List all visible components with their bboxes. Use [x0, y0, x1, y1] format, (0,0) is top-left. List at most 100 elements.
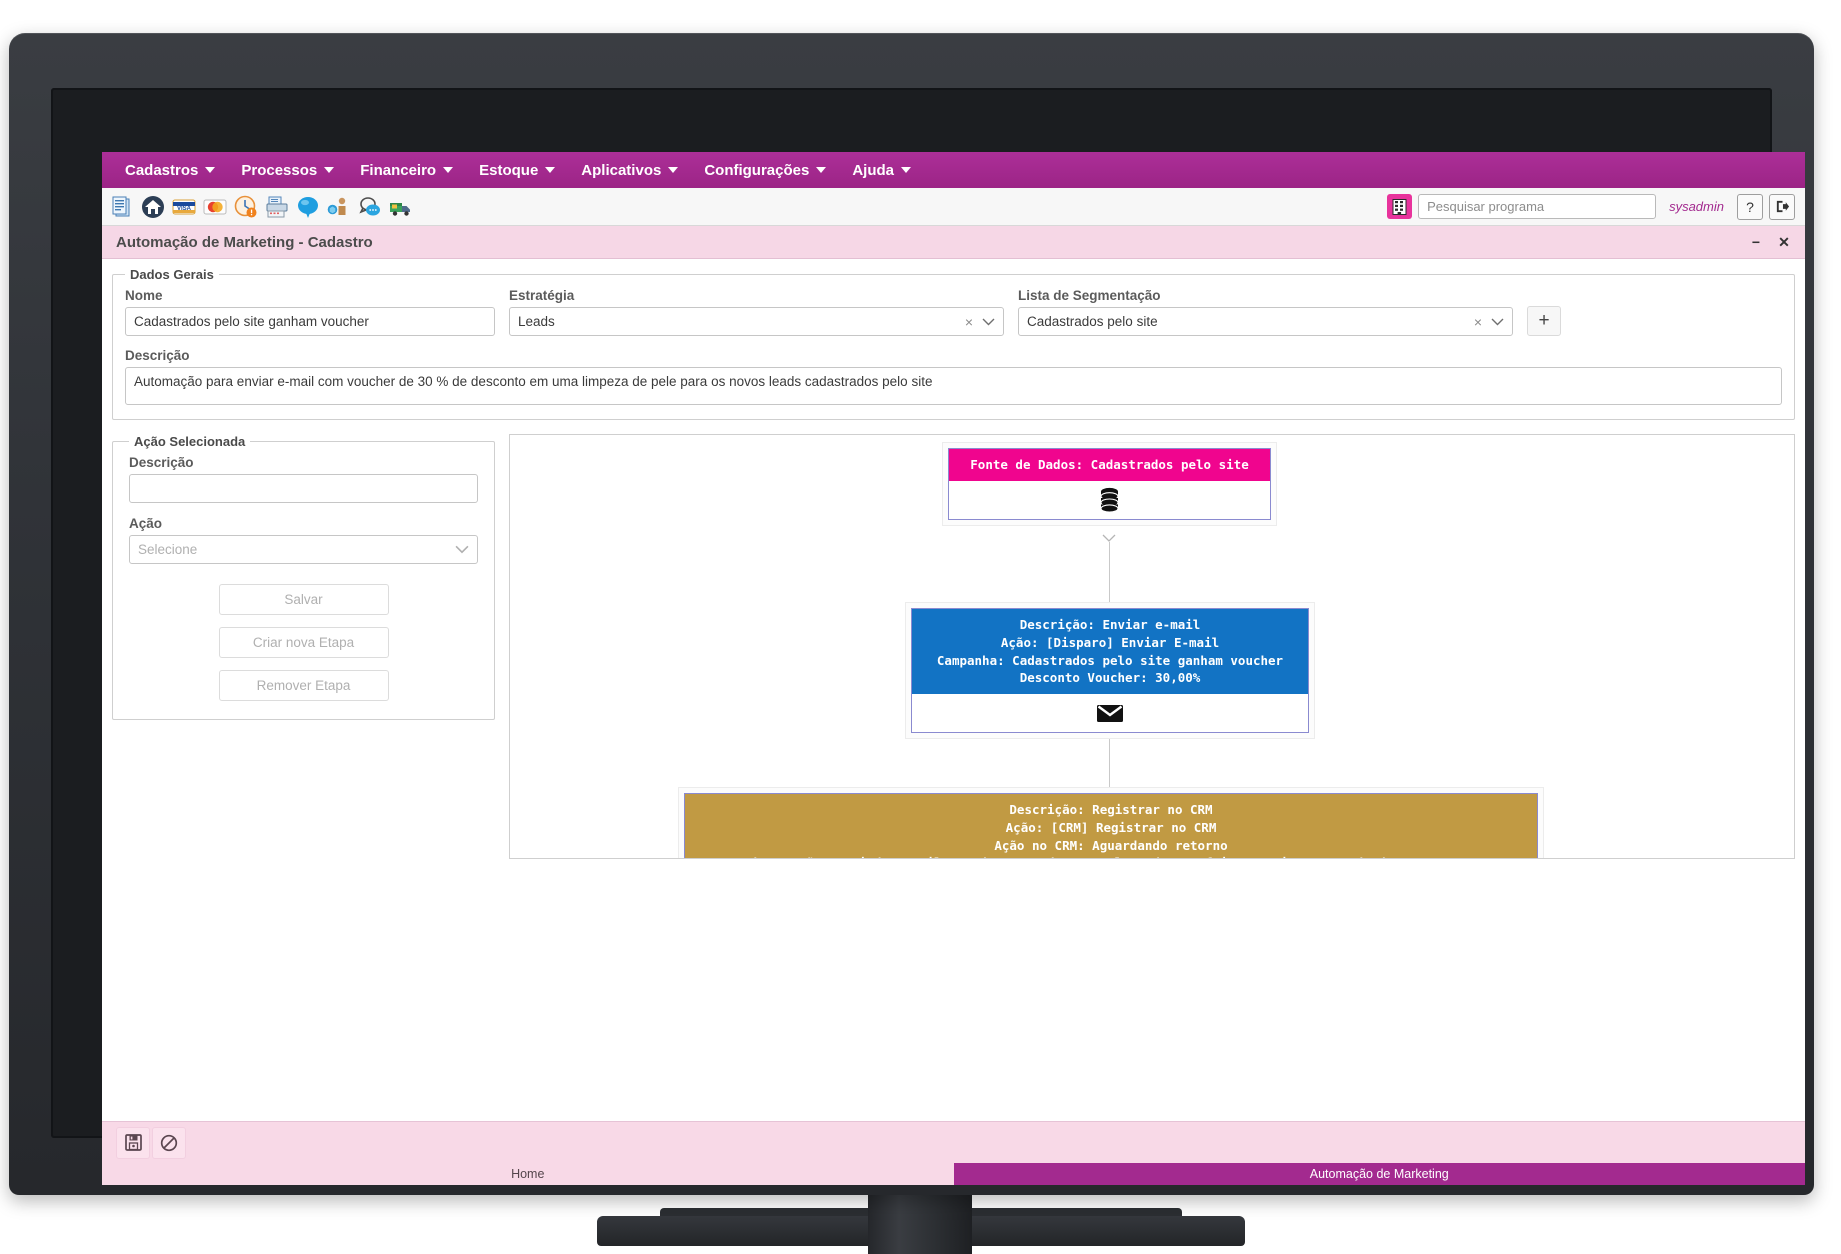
- chevron-down-icon: [443, 167, 454, 173]
- monitor-screen-inner: Cadastros Processos Financeiro Estoque A…: [51, 88, 1805, 1185]
- flow-node-fonte-dados[interactable]: Fonte de Dados: Cadastrados pelo site: [942, 442, 1277, 526]
- tab-automacao-de-marketing[interactable]: Automação de Marketing: [953, 1163, 1805, 1185]
- flow-canvas[interactable]: Fonte de Dados: Cadastrados pelo site De…: [509, 434, 1795, 859]
- acao-select[interactable]: Selecione: [129, 535, 478, 564]
- page-title: Automação de Marketing - Cadastro: [116, 233, 373, 251]
- action-buttons: Salvar Criar nova Etapa Remover Etapa: [129, 584, 478, 701]
- flow-node-line: Fonte de Dados: Cadastrados pelo site: [970, 457, 1249, 472]
- acao-descricao-label: Descrição: [129, 455, 194, 470]
- home-icon[interactable]: [141, 195, 165, 219]
- estrategia-value: Leads: [518, 314, 555, 329]
- acao-descricao-input[interactable]: [129, 474, 478, 503]
- menu-item-processos[interactable]: Processos: [228, 156, 347, 185]
- left-column: Ação Selecionada Descrição Ação Selecion…: [112, 434, 495, 859]
- username-label: sysadmin: [1669, 199, 1724, 214]
- criar-nova-etapa-button[interactable]: Criar nova Etapa: [218, 627, 389, 658]
- chat-bubble-icon[interactable]: [358, 195, 382, 219]
- flow-node-enviar-email[interactable]: Descrição: Enviar e-mail Ação: [Disparo]…: [905, 602, 1315, 739]
- nome-label: Nome: [125, 288, 163, 303]
- save-disk-icon: [124, 1134, 142, 1151]
- envelope-icon: [1097, 704, 1123, 722]
- help-button-label: ?: [1746, 198, 1754, 215]
- descricao-label: Descrição: [125, 348, 190, 363]
- mastercard-icon[interactable]: [203, 195, 227, 219]
- menu-item-ajuda[interactable]: Ajuda: [839, 156, 924, 185]
- search-input[interactable]: [1418, 194, 1657, 219]
- descricao-textarea[interactable]: [125, 367, 1782, 405]
- acao-selecionada-legend: Ação Selecionada: [134, 434, 246, 449]
- flow-node-line: Campanha: Cadastrados pelo site ganham v…: [936, 652, 1284, 668]
- tab-home[interactable]: Home: [102, 1163, 954, 1185]
- chevron-down-icon: [324, 167, 335, 173]
- chevron-down-icon[interactable]: [455, 543, 469, 557]
- estrategia-field-group: Estratégia Leads ×: [509, 288, 1004, 336]
- logout-button[interactable]: [1769, 193, 1795, 220]
- icon-toolbar: VISA Pesquisar programa sysadmin ?: [102, 188, 1805, 226]
- flow-node-inner: Descrição: Registrar no CRM Ação: [CRM] …: [684, 793, 1538, 858]
- flow-node-line: Ação no CRM: Aguardando retorno: [994, 837, 1228, 853]
- bottom-tab-bar: Home Automação de Marketing: [102, 1163, 1805, 1185]
- dados-gerais-panel: Dados Gerais Nome Estratégia Leads ×: [112, 267, 1795, 420]
- close-button[interactable]: ✕: [1771, 230, 1797, 254]
- flow-connector-1: [1109, 542, 1110, 602]
- nome-input[interactable]: [125, 307, 495, 336]
- menu-item-estoque[interactable]: Estoque: [466, 156, 568, 185]
- lista-segmentacao-field-group: Lista de Segmentação Cadastrados pelo si…: [1018, 288, 1513, 336]
- minimize-button[interactable]: −: [1743, 230, 1769, 254]
- delivery-truck-icon[interactable]: [389, 195, 413, 219]
- monitor-neck: [868, 1193, 972, 1254]
- remover-etapa-button[interactable]: Remover Etapa: [218, 670, 389, 701]
- help-button[interactable]: ?: [1737, 193, 1763, 220]
- estrategia-select[interactable]: Leads ×: [509, 307, 1004, 336]
- menu-item-aplicativos[interactable]: Aplicativos: [568, 156, 691, 185]
- salvar-acao-button[interactable]: Salvar: [218, 584, 389, 615]
- documents-icon[interactable]: [110, 195, 134, 219]
- menu-item-configuracoes[interactable]: Configurações: [691, 156, 839, 185]
- clock-alert-icon[interactable]: [234, 195, 258, 219]
- flow-node-line: Ação: [Disparo] Enviar E-mail: [1000, 634, 1220, 650]
- visa-card-icon[interactable]: VISA: [172, 195, 196, 219]
- main-menu-bar: Cadastros Processos Financeiro Estoque A…: [102, 152, 1805, 188]
- cancel-icon: [160, 1134, 178, 1151]
- lista-segmentacao-label: Lista de Segmentação: [1018, 288, 1161, 303]
- dados-gerais-legend: Dados Gerais: [130, 267, 214, 282]
- window-content: Dados Gerais Nome Estratégia Leads ×: [102, 259, 1805, 1121]
- menu-item-label: Ajuda: [852, 161, 895, 179]
- lista-segmentacao-value: Cadastrados pelo site: [1027, 314, 1158, 329]
- lista-segmentacao-select[interactable]: Cadastrados pelo site ×: [1018, 307, 1513, 336]
- footer-toolbar: [102, 1121, 1805, 1163]
- chevron-down-icon: [205, 167, 216, 173]
- flow-node-line: Descrição: Registrar no CRM: [1009, 802, 1213, 817]
- dados-gerais-row-1: Nome Estratégia Leads ×: [125, 288, 1782, 336]
- flow-node-line: Desconto Voucher: 30,00%: [1019, 670, 1201, 686]
- menu-item-label: Configurações: [704, 161, 810, 179]
- cancel-button[interactable]: [152, 1126, 186, 1159]
- menu-item-label: Aplicativos: [581, 161, 662, 179]
- menu-item-label: Processos: [241, 161, 318, 179]
- fax-printer-icon[interactable]: [265, 195, 289, 219]
- menu-item-financeiro[interactable]: Financeiro: [347, 156, 466, 185]
- chevron-down-icon[interactable]: [1491, 315, 1504, 329]
- flow-node-body: [912, 694, 1308, 732]
- lista-segmentacao-clear-icon[interactable]: ×: [1474, 314, 1482, 330]
- estrategia-clear-icon[interactable]: ×: [965, 314, 973, 330]
- window-controls: − ✕: [1743, 230, 1797, 254]
- salvar-acao-label: Salvar: [284, 592, 323, 607]
- flow-node-header: Descrição: Registrar no CRM Ação: [CRM] …: [685, 794, 1537, 858]
- monitor-scene: Cadastros Processos Financeiro Estoque A…: [0, 0, 1841, 1254]
- chevron-down-icon: [816, 167, 827, 173]
- add-segmentation-button[interactable]: +: [1527, 306, 1561, 336]
- support-person-icon[interactable]: [327, 195, 351, 219]
- chevron-down-icon[interactable]: [982, 315, 995, 329]
- building-grid-icon[interactable]: [1387, 194, 1413, 219]
- flow-node-line: Ação: [CRM] Registrar no CRM: [1005, 819, 1217, 835]
- window-title-bar: Automação de Marketing - Cadastro − ✕: [102, 226, 1805, 259]
- menu-item-cadastros[interactable]: Cadastros: [112, 156, 228, 185]
- menu-item-label: Financeiro: [360, 161, 437, 179]
- save-button[interactable]: [116, 1126, 150, 1159]
- flow-node-registrar-crm[interactable]: Descrição: Registrar no CRM Ação: [CRM] …: [678, 787, 1544, 858]
- criar-nova-etapa-label: Criar nova Etapa: [252, 635, 355, 650]
- nome-field-group: Nome: [125, 288, 495, 336]
- menu-item-label: Cadastros: [125, 161, 199, 179]
- globe-balloon-icon[interactable]: [296, 195, 320, 219]
